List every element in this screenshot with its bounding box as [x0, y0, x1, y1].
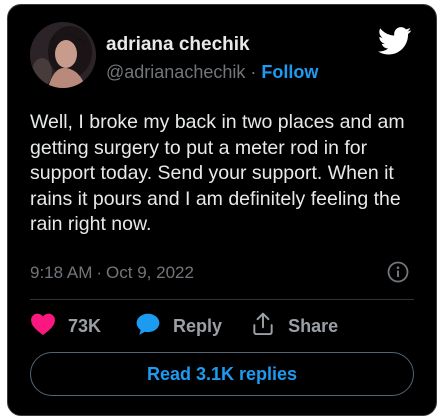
follow-button[interactable]: Follow [261, 62, 318, 82]
separator-dot: · [250, 62, 257, 82]
twitter-bird-icon[interactable] [377, 27, 412, 55]
author-handle-row: @adrianachechik · Follow [106, 62, 318, 83]
share-icon [250, 311, 276, 342]
avatar[interactable] [30, 22, 96, 88]
tweet-text: Well, I broke my back in two places and … [30, 111, 405, 235]
heart-icon [30, 312, 56, 341]
like-button[interactable]: 73K [30, 312, 101, 341]
divider [30, 299, 414, 300]
share-button[interactable]: Share [250, 311, 338, 342]
share-label: Share [288, 315, 339, 336]
info-icon[interactable] [387, 261, 409, 283]
reply-bubble-icon [135, 312, 161, 341]
action-bar: 73K Reply Share [30, 311, 338, 341]
author-name[interactable]: adriana chechik [106, 34, 250, 56]
tweet-date: Oct 9, 2022 [106, 263, 194, 282]
like-count: 73K [68, 315, 102, 336]
tweet-card: adriana chechik @adrianachechik · Follow W… [7, 4, 437, 416]
reply-label: Reply [173, 315, 223, 336]
reply-button[interactable]: Reply [135, 312, 222, 341]
read-replies-button[interactable]: Read 3.1K replies [30, 352, 414, 396]
tweet-timestamp[interactable]: 9:18 AM · Oct 9, 2022 [30, 263, 194, 283]
tweet-time: 9:18 AM [30, 263, 93, 282]
separator-dot: · [96, 263, 103, 282]
author-handle[interactable]: @adrianachechik [106, 62, 245, 82]
